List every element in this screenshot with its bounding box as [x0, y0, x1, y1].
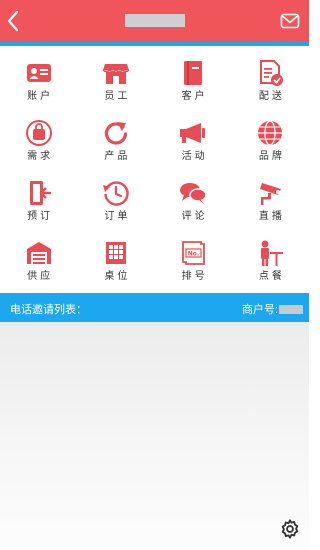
grid-item-label: 客户: [181, 91, 208, 102]
grid-item-label: 需求: [27, 151, 54, 162]
grid-item-label: 订单: [104, 211, 131, 222]
warehouse-icon: [26, 242, 51, 264]
grid-item-label: 评论: [181, 211, 208, 222]
grid-item-brand[interactable]: 品牌: [232, 106, 309, 166]
grid-item-order[interactable]: 订单: [77, 166, 154, 226]
gear-icon[interactable]: [279, 518, 301, 540]
globe-icon: [258, 120, 283, 146]
megaphone-icon: [180, 123, 206, 143]
grid-item-booking[interactable]: 预订: [0, 166, 77, 226]
grid-item-account[interactable]: 账户: [0, 46, 77, 106]
account-card-icon: [26, 64, 51, 82]
function-grid: 账户 员工 客户 配送 需求 产品 活动 品牌 预订 订单 评论 直播 供应 桌…: [0, 46, 309, 286]
exit-door-icon: [29, 181, 51, 205]
grid-item-label: 直播: [258, 211, 285, 222]
mail-icon[interactable]: [280, 12, 300, 30]
shop-icon: [102, 64, 130, 84]
grid-item-label: 点餐: [258, 271, 285, 282]
grid-item-staff[interactable]: 员工: [77, 46, 154, 106]
grid-item-label: 供应: [27, 271, 54, 282]
grid-item-comment[interactable]: 评论: [155, 166, 232, 226]
grid-item-label: 活动: [181, 151, 208, 162]
merchant-id-label: 商户号:: [241, 304, 278, 316]
camera-icon: [260, 183, 282, 205]
chevron-left-icon[interactable]: [4, 9, 22, 33]
refresh-icon: [104, 122, 127, 145]
grid-item-supply[interactable]: 供应: [0, 226, 77, 286]
grid-item-delivery[interactable]: 配送: [232, 46, 309, 106]
grid-item-label: 配送: [258, 91, 285, 102]
grid-item-demand[interactable]: 需求: [0, 106, 77, 166]
number-ticket-icon: No.: [182, 241, 206, 265]
grid-item-product[interactable]: 产品: [77, 106, 154, 166]
grid-item-activity[interactable]: 活动: [155, 106, 232, 166]
delivery-check-icon: [260, 60, 284, 86]
grid-item-label: 账户: [27, 91, 54, 102]
call-list-bar: 电话邀请列表： 商户号:: [0, 293, 309, 322]
app-header: [0, 0, 309, 42]
grid-item-label: 预订: [27, 211, 54, 222]
call-list-title: 电话邀请列表：: [10, 304, 87, 316]
table-grid-icon: [105, 242, 126, 264]
grid-item-label: 排号: [181, 271, 208, 282]
chat-bubbles-icon: [180, 183, 207, 205]
grid-item-live[interactable]: 直播: [232, 166, 309, 226]
grid-item-customer[interactable]: 客户: [155, 46, 232, 106]
grid-item-label: 品牌: [258, 151, 285, 162]
waiter-icon: [261, 240, 284, 266]
grid-item-queue[interactable]: No. 排号: [155, 226, 232, 286]
grid-item-label: 桌位: [104, 271, 131, 282]
book-icon: [184, 61, 203, 85]
bag-icon: [25, 120, 52, 146]
grid-item-label: 产品: [104, 151, 131, 162]
merchant-id-redacted: [279, 304, 303, 314]
page-title-redacted: [125, 14, 185, 27]
merchant-id: 商户号:: [242, 301, 303, 317]
clock-history-icon: [102, 181, 129, 206]
grid-item-table[interactable]: 桌位: [77, 226, 154, 286]
call-list-area: [0, 322, 309, 550]
grid-item-ordering[interactable]: 点餐: [232, 226, 309, 286]
svg-text:No.: No.: [188, 251, 199, 258]
grid-item-label: 员工: [104, 91, 131, 102]
